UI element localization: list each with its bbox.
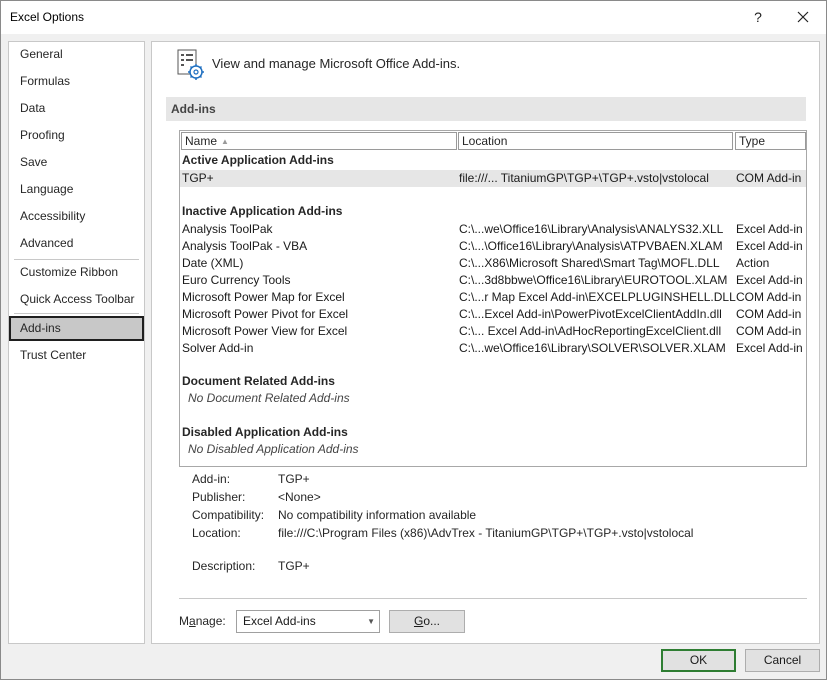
detail-value-compatibility: No compatibility information available xyxy=(278,508,477,522)
table-row[interactable]: Date (XML) C:\...X86\Microsoft Shared\Sm… xyxy=(180,255,806,272)
cell-location: C:\...r Map Excel Add-in\EXCELPLUGINSHEL… xyxy=(459,290,736,304)
sidebar-item-trust-center[interactable]: Trust Center xyxy=(9,343,144,368)
detail-label-location: Location: xyxy=(192,526,241,540)
empty-disabled-addins: No Disabled Application Add-ins xyxy=(188,442,359,456)
panel-divider xyxy=(179,598,807,599)
sidebar-item-language[interactable]: Language xyxy=(9,177,144,202)
table-row[interactable]: Solver Add-in C:\...we\Office16\Library\… xyxy=(180,340,806,357)
cell-name: Euro Currency Tools xyxy=(182,273,291,287)
cell-name: Microsoft Power Map for Excel xyxy=(182,290,345,304)
column-header-label: Name xyxy=(185,134,218,148)
sidebar-item-general[interactable]: General xyxy=(9,42,144,67)
column-header-name[interactable]: Name ▲ xyxy=(181,132,457,150)
detail-label-compatibility: Compatibility: xyxy=(192,508,265,522)
addins-gear-icon xyxy=(177,49,204,80)
table-row[interactable]: Microsoft Power Map for Excel C:\...r Ma… xyxy=(180,289,806,306)
help-button[interactable]: ? xyxy=(747,6,769,28)
cell-type: COM Add-in xyxy=(736,307,802,321)
cell-name: Microsoft Power View for Excel xyxy=(182,324,348,338)
detail-label-addin: Add-in: xyxy=(192,472,231,486)
close-button[interactable] xyxy=(789,4,817,30)
cell-location: C:\...3d8bbwe\Office16\Library\EUROTOOL.… xyxy=(459,273,728,287)
cell-location: C:\...\Office16\Library\Analysis\ATPVBAE… xyxy=(459,239,723,253)
sidebar-item-formulas[interactable]: Formulas xyxy=(9,69,144,94)
cell-type: COM Add-in xyxy=(736,324,802,338)
close-icon xyxy=(797,11,809,23)
manage-label-prefix: M xyxy=(179,614,189,628)
cell-name: Date (XML) xyxy=(182,256,244,270)
sidebar-item-advanced[interactable]: Advanced xyxy=(9,231,144,256)
cell-location: C:\...X86\Microsoft Shared\Smart Tag\MOF… xyxy=(459,256,720,270)
table-row[interactable]: Microsoft Power View for Excel C:\... Ex… xyxy=(180,323,806,340)
go-button[interactable]: Go... xyxy=(389,610,465,633)
manage-label: Manage: xyxy=(179,614,226,628)
table-row[interactable]: Analysis ToolPak - VBA C:\...\Office16\L… xyxy=(180,238,806,255)
cell-type: Excel Add-in xyxy=(736,222,803,236)
manage-select[interactable]: Excel Add-ins ▼ xyxy=(236,610,380,633)
cell-type: Action xyxy=(736,256,770,270)
cell-name: Microsoft Power Pivot for Excel xyxy=(182,307,349,321)
addins-panel: View and manage Microsoft Office Add-ins… xyxy=(151,41,820,644)
chevron-down-icon: ▼ xyxy=(367,617,375,626)
window-title: Excel Options xyxy=(10,10,85,24)
excel-options-dialog: Excel Options ? General Formulas Data Pr… xyxy=(0,0,827,680)
group-label-inactive: Inactive Application Add-ins xyxy=(182,204,343,218)
column-header-location[interactable]: Location xyxy=(458,132,733,150)
table-row[interactable]: Microsoft Power Pivot for Excel C:\...Ex… xyxy=(180,306,806,323)
sidebar-divider xyxy=(14,313,139,314)
go-button-accesskey: G xyxy=(413,614,424,628)
ok-button[interactable]: OK xyxy=(661,649,736,672)
sidebar-item-accessibility[interactable]: Accessibility xyxy=(9,204,144,229)
options-sidebar: General Formulas Data Proofing Save Lang… xyxy=(8,41,145,644)
sidebar-item-data[interactable]: Data xyxy=(9,96,144,121)
cell-location: C:\...we\Office16\Library\Analysis\ANALY… xyxy=(459,222,724,236)
detail-value-publisher: <None> xyxy=(278,490,321,504)
cell-name: Analysis ToolPak - VBA xyxy=(182,239,308,253)
cell-location: file:///... TitaniumGP\TGP+\TGP+.vsto|vs… xyxy=(459,171,709,185)
cell-location: C:\...Excel Add-in\PowerPivotExcelClient… xyxy=(459,307,722,321)
sort-ascending-icon: ▲ xyxy=(221,137,229,146)
column-header-type[interactable]: Type xyxy=(735,132,806,150)
page-header-text: View and manage Microsoft Office Add-ins… xyxy=(212,56,461,71)
sidebar-item-proofing[interactable]: Proofing xyxy=(9,123,144,148)
table-row[interactable]: TGP+ file:///... TitaniumGP\TGP+\TGP+.vs… xyxy=(180,170,806,187)
manage-select-value: Excel Add-ins xyxy=(243,614,316,628)
cancel-button[interactable]: Cancel xyxy=(745,649,820,672)
cell-location: C:\... Excel Add-in\AdHocReportingExcelC… xyxy=(459,324,722,338)
go-button-suffix: o... xyxy=(423,614,441,628)
addins-list[interactable]: Name ▲ Location Type Active Application A… xyxy=(179,130,807,467)
detail-value-addin: TGP+ xyxy=(278,472,310,486)
sidebar-item-customize-ribbon[interactable]: Customize Ribbon xyxy=(9,260,144,285)
cell-name: TGP+ xyxy=(182,171,214,185)
manage-label-accesskey: a xyxy=(189,614,196,628)
sidebar-item-quick-access-toolbar[interactable]: Quick Access Toolbar xyxy=(9,287,144,312)
detail-value-location: file:///C:\Program Files (x86)\AdvTrex -… xyxy=(278,526,694,540)
table-row[interactable]: Euro Currency Tools C:\...3d8bbwe\Office… xyxy=(180,272,806,289)
cell-type: COM Add-in xyxy=(736,171,802,185)
cell-location: C:\...we\Office16\Library\SOLVER\SOLVER.… xyxy=(459,341,726,355)
detail-label-description: Description: xyxy=(192,559,256,573)
cell-type: Excel Add-in xyxy=(736,341,803,355)
section-title: Add-ins xyxy=(166,97,806,121)
cell-name: Solver Add-in xyxy=(182,341,254,355)
manage-label-suffix: nage: xyxy=(195,614,226,628)
cell-type: COM Add-in xyxy=(736,290,802,304)
cell-name: Analysis ToolPak xyxy=(182,222,273,236)
sidebar-item-save[interactable]: Save xyxy=(9,150,144,175)
empty-document-addins: No Document Related Add-ins xyxy=(188,391,350,405)
group-label-disabled: Disabled Application Add-ins xyxy=(182,425,348,439)
sidebar-item-add-ins[interactable]: Add-ins xyxy=(9,316,144,341)
detail-label-publisher: Publisher: xyxy=(192,490,246,504)
table-row[interactable]: Analysis ToolPak C:\...we\Office16\Libra… xyxy=(180,221,806,238)
cell-type: Excel Add-in xyxy=(736,273,803,287)
cell-type: Excel Add-in xyxy=(736,239,803,253)
group-label-document: Document Related Add-ins xyxy=(182,374,335,388)
group-label-active: Active Application Add-ins xyxy=(182,153,334,167)
title-bar: Excel Options ? xyxy=(1,1,826,34)
detail-value-description: TGP+ xyxy=(278,559,310,573)
